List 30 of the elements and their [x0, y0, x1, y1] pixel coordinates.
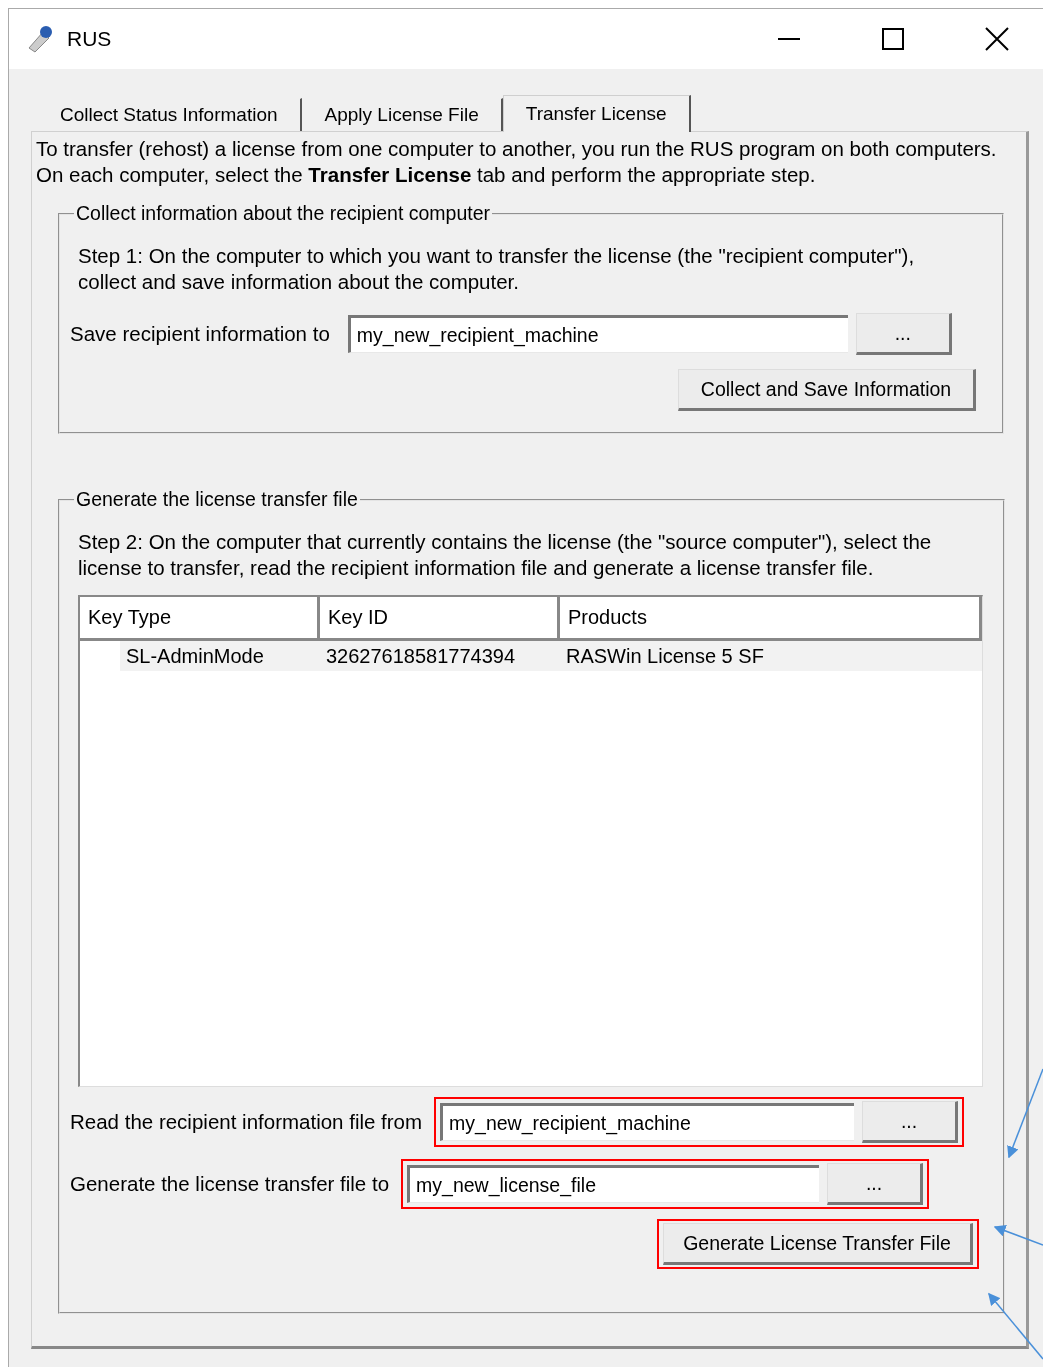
maximize-icon: [882, 28, 904, 50]
close-icon: [985, 27, 1009, 51]
annotation-arrow: [993, 1225, 1043, 1246]
step-text: Step 1: On the computer to which you want to transfer the license (the "recipient computer"), collect and save information about the computer.: [78, 243, 916, 295]
file-path-field[interactable]: my_new_recipient_machine: [440, 1103, 855, 1141]
field-label: Generate the license transfer file to: [70, 1172, 390, 1196]
column-header[interactable]: Key Type: [80, 597, 320, 641]
browse-button[interactable]: ...: [862, 1101, 959, 1143]
column-header[interactable]: Products: [560, 597, 982, 641]
table-cell-text: SL-AdminMode: [125, 643, 265, 669]
browse-button[interactable]: ...: [855, 313, 952, 355]
generate-button[interactable]: Generate License Transfer File: [663, 1223, 973, 1265]
file-path-field[interactable]: my_new_license_file: [407, 1165, 820, 1203]
minimize-icon: [778, 38, 800, 40]
table-cell-text: 32627618581774394: [325, 643, 517, 669]
step-text: Step 2: On the computer that currently contains the license (the "source computer"), select the license to transfer, read the recipient information file and generate a license transfer file.: [78, 529, 933, 581]
annotation-arrow: [988, 1292, 1043, 1360]
field-label: Save recipient information to: [70, 322, 330, 346]
window-title: RUS: [67, 27, 113, 51]
browse-button[interactable]: ...: [827, 1163, 924, 1205]
table-row[interactable]: SL-AdminMode 32627618581774394 RASWin License 5 SF: [120, 641, 982, 671]
column-header[interactable]: Key ID: [320, 597, 560, 641]
group-title: Collect information about the recipient computer: [75, 202, 492, 225]
tab[interactable]: Transfer License: [502, 95, 691, 132]
field-label: Read the recipient information file from: [70, 1110, 423, 1134]
collect-save-button[interactable]: Collect and Save Information: [678, 369, 976, 411]
table-cell-text: RASWin License 5 SF: [565, 643, 765, 669]
file-path-field[interactable]: my_new_recipient_machine: [347, 315, 848, 353]
intro-text: To transfer (rehost) a license from one computer to another, you run the RUS program on both computers. On each computer, select the Transfer License tab and perform the appropriate step.: [36, 136, 998, 188]
group-title: Generate the license transfer file: [75, 488, 359, 511]
